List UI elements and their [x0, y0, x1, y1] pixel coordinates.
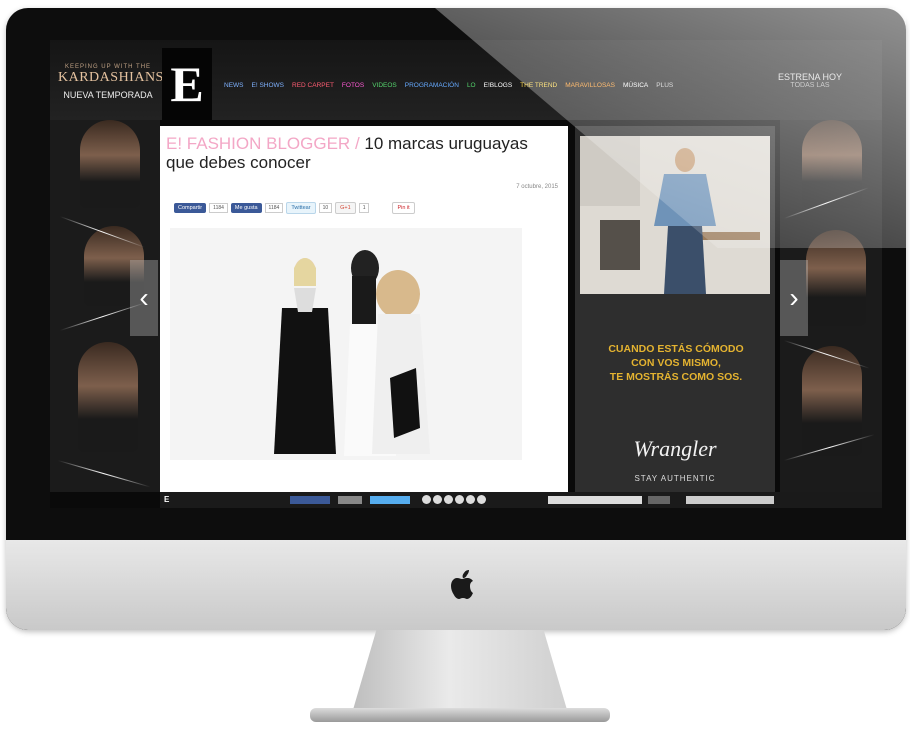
e-logo[interactable]: E — [162, 48, 212, 120]
nav-item[interactable]: PLUS — [656, 82, 673, 89]
facebook-like-button[interactable]: Me gusta — [230, 203, 262, 213]
ad-line1: CUANDO ESTÁS CÓMODO — [608, 343, 744, 355]
facebook-share-count: 1184 — [209, 203, 228, 213]
footer-search-input[interactable] — [548, 496, 642, 504]
monitor-stand — [350, 630, 570, 720]
facebook-share-button[interactable]: Compartir — [174, 203, 207, 213]
monitor-stand-base — [310, 708, 610, 722]
show-name: KARDASHIANS — [58, 70, 164, 85]
celebrity-photo — [802, 120, 862, 208]
pinterest-button[interactable]: Pin it — [392, 202, 415, 214]
apple-logo-icon — [451, 570, 473, 599]
ad-line2: CON VOS MISMO, — [631, 357, 721, 369]
twitter-count: 10 — [318, 203, 333, 213]
article-date: 7 octubre, 2015 — [516, 184, 558, 190]
google-plus-count: 1 — [358, 203, 370, 213]
models-illustration — [170, 228, 522, 460]
footer-count — [338, 496, 362, 504]
nav-item[interactable]: MÚSICA — [623, 82, 648, 89]
ad-photo — [580, 136, 770, 294]
nav-item[interactable]: THE TREND — [520, 82, 557, 89]
wrangler-brand: Wrangler — [633, 436, 717, 461]
celebrity-photo — [78, 342, 138, 452]
article-hero-image[interactable] — [170, 228, 522, 460]
ad-tagline: STAY AUTHENTIC — [634, 474, 716, 483]
right-skin-banner[interactable]: › — [780, 120, 882, 492]
social-icon[interactable] — [444, 495, 453, 504]
prev-arrow-icon[interactable]: ‹ — [130, 260, 158, 336]
title-separator: / — [350, 134, 365, 153]
footer-region-select[interactable] — [686, 496, 774, 504]
social-icon[interactable] — [466, 495, 475, 504]
nav-item[interactable]: VIDEOS — [372, 82, 397, 89]
left-skin-banner[interactable]: ‹ — [50, 120, 160, 492]
nav-item[interactable]: MARAVILLOSAS — [565, 82, 615, 89]
wrangler-ad[interactable]: CUANDO ESTÁS CÓMODO CON VOS MISMO, TE MO… — [575, 126, 775, 492]
footer-toolbar: E — [160, 492, 882, 508]
nav-item[interactable]: E! SHOWS — [252, 82, 285, 89]
nav-item[interactable]: RED CARPET — [292, 82, 334, 89]
article-heading: E! FASHION BLOGGER / 10 marcas uruguayas… — [166, 134, 546, 172]
nav-item[interactable]: NEWS — [224, 82, 244, 89]
ad-model-illustration — [580, 136, 770, 294]
ad-headline: CUANDO ESTÁS CÓMODO CON VOS MISMO, TE MO… — [583, 342, 769, 384]
footer-facebook-button[interactable] — [290, 496, 330, 504]
share-bar: Compartir 1184 Me gusta 1184 Twittear 10… — [174, 202, 415, 214]
social-icon[interactable] — [433, 495, 442, 504]
show-banner[interactable]: KEEPING UP WITH THE KARDASHIANS NUEVA TE… — [58, 64, 164, 100]
social-icon[interactable] — [477, 495, 486, 504]
facebook-like-count: 1184 — [264, 203, 284, 213]
social-icon[interactable] — [422, 495, 431, 504]
article-category-link[interactable]: E! FASHION BLOGGER — [166, 134, 350, 153]
nav-item[interactable]: PROGRAMACIÓN — [405, 82, 459, 89]
site-header: KEEPING UP WITH THE KARDASHIANS NUEVA TE… — [50, 40, 882, 120]
estrena-promo[interactable]: ESTRENA HOY TODAS LAS — [778, 72, 842, 89]
nav-item[interactable]: FOTOS — [342, 82, 364, 89]
social-icon[interactable] — [455, 495, 464, 504]
twitter-button[interactable]: Twittear — [286, 202, 316, 214]
footer-social-icons — [422, 495, 488, 504]
footer-e-logo: E — [164, 495, 170, 504]
show-season: NUEVA TEMPORADA — [63, 90, 153, 100]
nav-item[interactable]: LO — [467, 82, 476, 89]
google-plus-button[interactable]: G+1 — [335, 202, 356, 214]
screen: KEEPING UP WITH THE KARDASHIANS NUEVA TE… — [50, 40, 882, 508]
ad-line3: TE MOSTRÁS COMO SOS. — [609, 371, 743, 383]
celebrity-photo — [806, 230, 866, 326]
footer-twitter-button[interactable] — [370, 496, 410, 504]
estrena-line2: TODAS LAS — [790, 82, 830, 89]
celebrity-photo — [80, 120, 140, 208]
nav-item[interactable]: E!BLOGS — [484, 82, 513, 89]
sparkle-line — [57, 460, 151, 488]
main-nav: NEWS E! SHOWS RED CARPET FOTOS VIDEOS PROGRAM… — [224, 82, 673, 89]
estrena-line1: ESTRENA HOY — [778, 72, 843, 82]
article-panel: E! FASHION BLOGGER / 10 marcas uruguayas… — [160, 126, 568, 492]
next-arrow-icon[interactable]: › — [780, 260, 808, 336]
footer-search-button[interactable] — [648, 496, 670, 504]
